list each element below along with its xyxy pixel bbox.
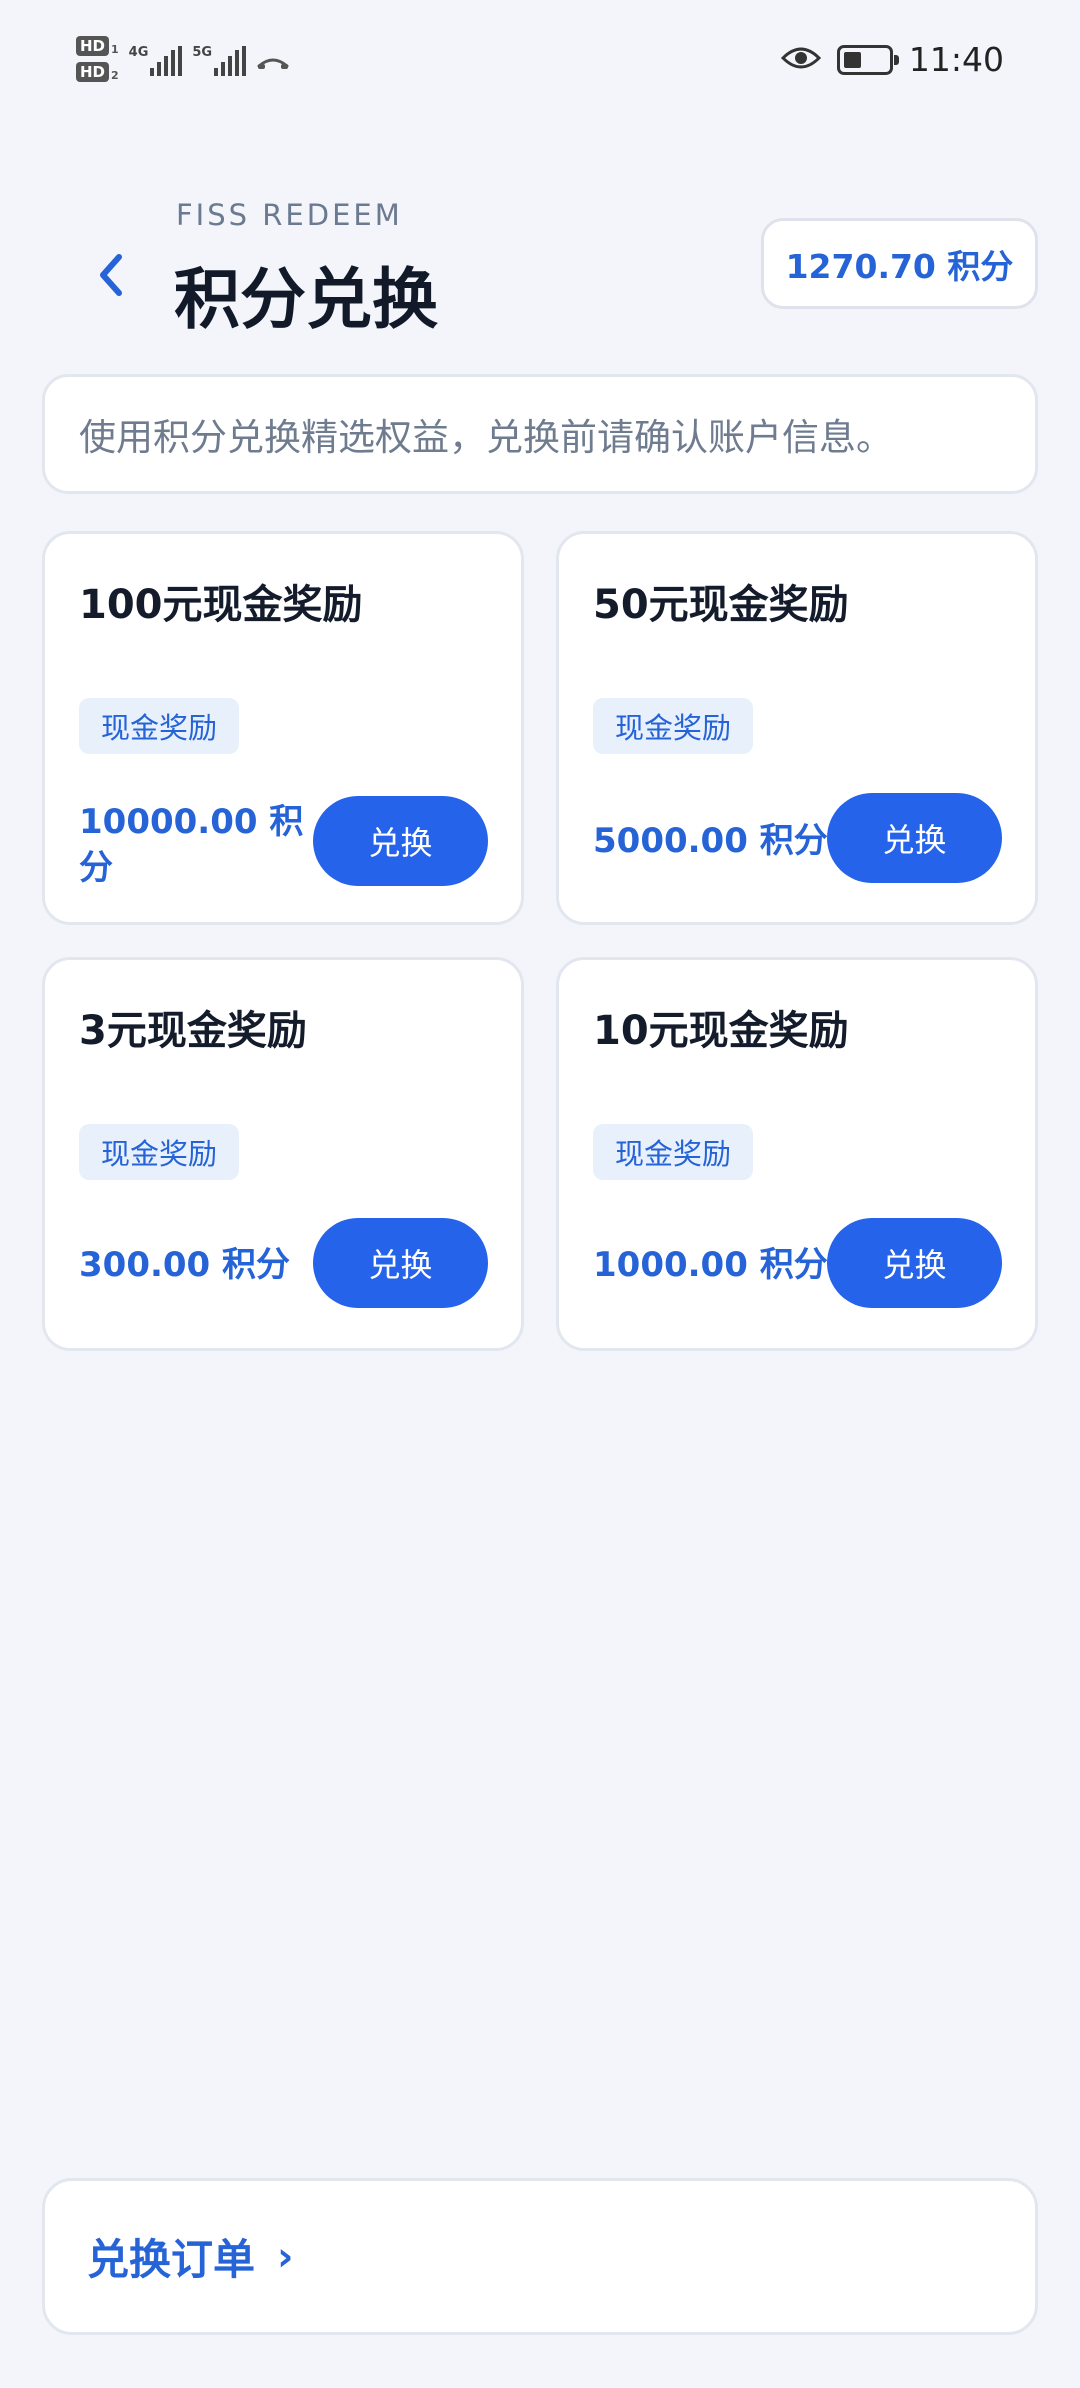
status-left: HD 1 HD 2 4G 5G <box>76 36 290 82</box>
reward-tag: 现金奖励 <box>593 1124 754 1180</box>
page-title: 积分兑换 <box>174 261 438 338</box>
hd-sim2-indicator: HD 2 <box>76 62 119 82</box>
chevron-left-icon <box>100 254 122 296</box>
hd-sim1-indicator: HD 1 <box>76 36 119 56</box>
eye-icon <box>780 44 822 76</box>
redeem-button[interactable]: 兑换 <box>313 796 488 886</box>
orders-label: 兑换订单 <box>87 2235 256 2284</box>
reward-tag: 现金奖励 <box>593 698 754 754</box>
chevron-right-icon: › <box>277 2233 294 2280</box>
redeem-button[interactable]: 兑换 <box>827 1218 1002 1308</box>
reward-price: 1000.00 积分 <box>593 1245 828 1285</box>
network-type-2: 5G <box>192 45 213 60</box>
reward-title: 50元现金奖励 <box>593 582 849 628</box>
signal-bars-2 <box>214 46 247 76</box>
redeem-button[interactable]: 兑换 <box>827 793 1002 883</box>
reward-title: 10元现金奖励 <box>593 1008 849 1054</box>
reward-title: 100元现金奖励 <box>79 582 363 628</box>
page-subtitle: FISS REDEEM <box>176 198 403 232</box>
signal-bars-1 <box>150 46 183 76</box>
reward-price: 10000.00 积分 <box>79 802 304 888</box>
back-button[interactable] <box>80 240 140 310</box>
clock: 11:40 <box>908 40 1004 79</box>
reward-card: 50元现金奖励 现金奖励 5000.00 积分 兑换 <box>556 531 1038 925</box>
signal-icon: 5G <box>192 45 247 76</box>
redeem-page: HD 1 HD 2 4G 5G 11:40 FISS REDEEM 积分兑换 1… <box>0 0 1080 2388</box>
reward-price: 5000.00 积分 <box>593 821 828 861</box>
reward-card: 100元现金奖励 现金奖励 10000.00 积分 兑换 <box>42 531 524 925</box>
battery-icon <box>836 44 899 75</box>
status-right: 11:40 <box>780 40 1004 79</box>
status-bar: HD 1 HD 2 4G 5G 11:40 <box>0 0 1080 130</box>
hd-indicators: HD 1 HD 2 <box>76 36 119 82</box>
battery-level <box>843 51 861 68</box>
reward-card: 10元现金奖励 现金奖励 1000.00 积分 兑换 <box>556 957 1038 1351</box>
reward-card: 3元现金奖励 现金奖励 300.00 积分 兑换 <box>42 957 524 1351</box>
reward-price: 300.00 积分 <box>79 1245 291 1285</box>
notice-banner: 使用积分兑换精选权益，兑换前请确认账户信息。 <box>42 374 1038 494</box>
reward-title: 3元现金奖励 <box>79 1008 307 1054</box>
redeem-orders-link[interactable]: 兑换订单 › <box>42 2178 1038 2335</box>
hd-index: 2 <box>111 69 119 82</box>
network-type-1: 4G <box>128 45 149 60</box>
signal-icon: 4G <box>129 46 183 76</box>
points-balance-badge: 1270.70 积分 <box>761 218 1038 309</box>
hd-label: HD <box>76 62 110 82</box>
redeem-button[interactable]: 兑换 <box>313 1218 488 1308</box>
reward-tag: 现金奖励 <box>79 698 240 754</box>
hd-index: 1 <box>111 43 119 56</box>
hd-label: HD <box>76 36 110 56</box>
reward-tag: 现金奖励 <box>79 1124 240 1180</box>
call-icon <box>256 52 290 76</box>
